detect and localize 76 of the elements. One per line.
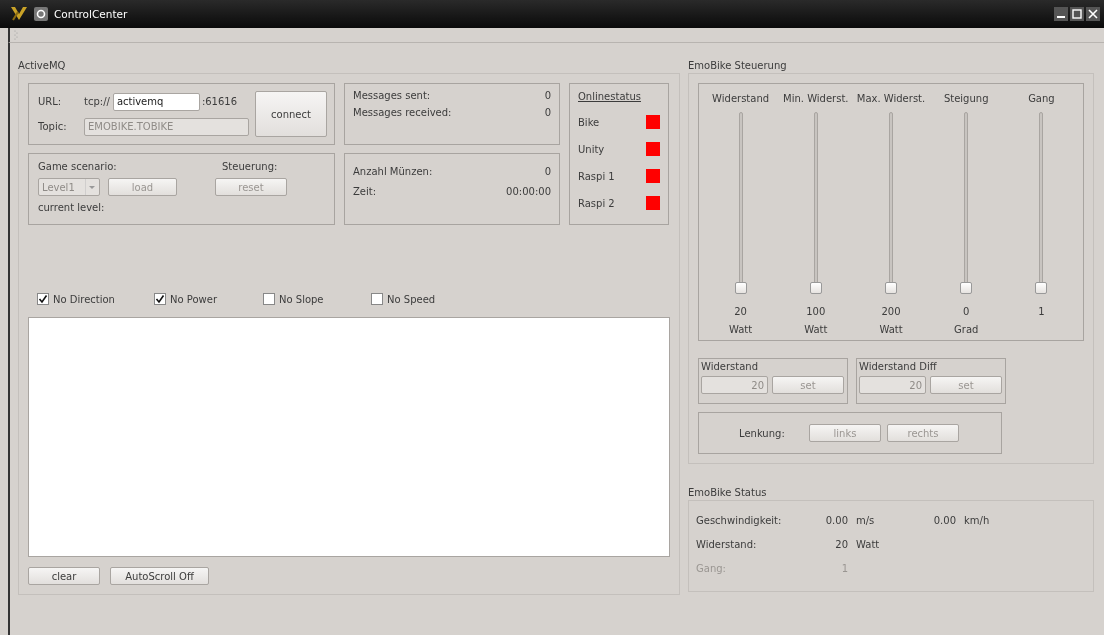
stat-label: Anzahl Münzen: [353,166,433,177]
slider-value: 20 [734,306,747,317]
status-value: 0.00 [824,515,848,526]
stat-value: 0 [544,166,551,177]
stat-label: Messages sent: [353,90,431,101]
unit-label: Watt [804,324,828,335]
slider-value: 0 [963,306,970,317]
slider-label: Gang [1028,93,1055,104]
slider-value: 1 [1038,306,1045,317]
group-title: EmoBike Steuerung [688,60,787,71]
url-field[interactable]: activemq [112,92,200,111]
steuerung-label: Steuerung: [222,161,278,172]
slider-thumb[interactable] [1035,282,1048,294]
current-level-label: current level: [38,202,106,213]
status-value: 0.00 [932,515,956,526]
close-icon[interactable] [1086,7,1100,21]
slider-thumb[interactable] [809,282,822,294]
clear-button[interactable]: clear [28,567,100,585]
slider-label: Widerstand [712,93,770,104]
stat-value: 0 [544,90,551,101]
filter-checkbox[interactable]: No Direction [37,293,154,305]
device-label: Unity [578,143,605,155]
status-value: 20 [834,539,848,550]
device-label: Raspi 1 [578,170,615,182]
game-scenario-label: Game scenario: [38,161,118,172]
autoscroll-button[interactable]: AutoScroll Off [110,567,209,585]
window-menu-icon[interactable] [34,7,48,21]
online-status-title: Onlinestatus [578,91,642,102]
slider-thumb[interactable] [885,282,897,294]
vertical-slider[interactable] [1034,110,1049,294]
filter-checkbox[interactable]: No Slope [263,293,371,305]
status-value: 1 [840,563,848,574]
filter-checkbox[interactable]: No Speed [371,293,479,305]
app-logo-icon [10,6,28,22]
vertical-slider[interactable] [884,110,898,294]
setter-title: Widerstand Diff [859,361,938,372]
minimize-icon[interactable] [1054,7,1068,21]
vertical-slider[interactable] [808,110,823,294]
steering-label: Lenkung: [739,427,786,439]
stat-label: Messages received: [353,107,452,118]
slider-label: Min. Widerst. [783,93,849,104]
url-prefix: tcp:// [84,96,110,107]
stat-value: 0 [544,107,551,118]
unit-label: Watt [856,539,881,550]
status-label: Gang: [696,563,727,574]
slider-value: 200 [881,306,901,317]
window-title: ControlCenter [54,8,128,20]
vertical-slider[interactable] [959,110,974,294]
port-label: :61616 [201,96,238,107]
group-title: ActiveMQ [18,60,66,71]
slider-label: Max. Widerst. [856,93,926,104]
connect-button[interactable]: connect [255,91,327,137]
device-label: Raspi 2 [578,197,615,209]
unit-label: km/h [964,515,990,526]
maximize-icon[interactable] [1070,7,1084,21]
slider-value: 100 [806,306,826,317]
unit-label: Watt [879,324,903,335]
status-label: Geschwindigkeit: [696,515,783,526]
device-label: Bike [578,116,600,128]
vertical-slider[interactable] [733,110,748,294]
stat-value: 00:00:00 [506,186,551,197]
slider-thumb[interactable] [734,282,747,294]
setter-title: Widerstand [701,361,759,372]
topic-label: Topic: [38,121,68,132]
unit-label: Grad [954,324,979,335]
slider-thumb[interactable] [960,282,973,294]
group-title: EmoBike Status [688,487,767,498]
filter-checkbox[interactable]: No Power [154,293,263,305]
status-label: Widerstand: [696,539,758,550]
slider-label: Steigung [943,93,989,104]
stat-label: Zeit: [353,186,377,197]
unit-label: Watt [729,324,753,335]
check-icon [155,294,165,304]
check-icon [38,294,48,304]
url-label: URL: [38,96,63,107]
unit-label: m/s [856,515,876,526]
